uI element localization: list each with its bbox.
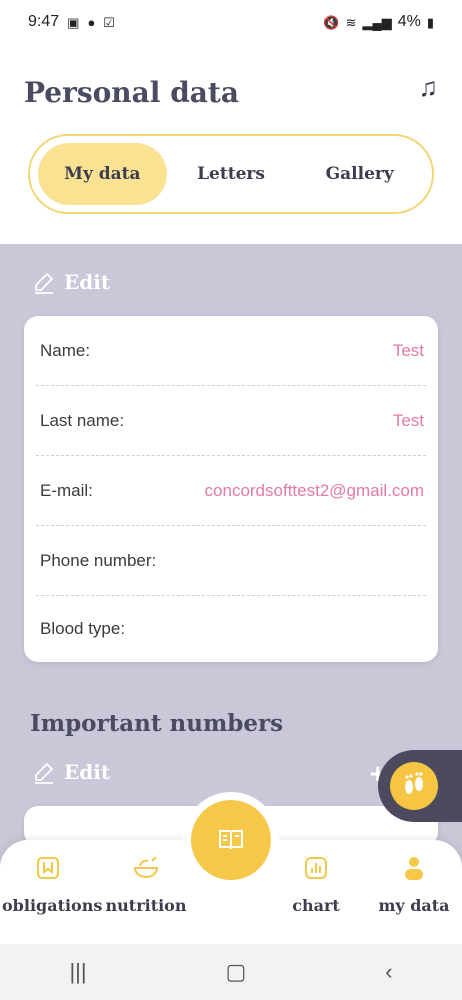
- check-icon: ☑: [103, 14, 115, 30]
- home-icon[interactable]: ▢: [226, 959, 247, 985]
- person-icon: [405, 857, 423, 880]
- pencil-icon: [35, 762, 54, 784]
- tab-switcher: My data Letters Gallery: [28, 134, 434, 214]
- wifi-icon: ≋: [345, 14, 357, 30]
- nav-my-data[interactable]: my data: [368, 854, 460, 915]
- nav-label: chart: [292, 896, 340, 915]
- nav-label: my data: [378, 896, 450, 915]
- nav-obligations[interactable]: obligations: [2, 854, 103, 915]
- mute-icon: 🔇: [323, 14, 340, 30]
- feet-fab[interactable]: [378, 750, 462, 822]
- tab-letters[interactable]: Letters: [167, 143, 296, 205]
- email-row: E-mail: concordsofttest2@gmail.com: [36, 456, 426, 526]
- system-nav-bar: ||| ▢ ‹: [0, 944, 462, 1000]
- personal-data-card: Name: Test Last name: Test E-mail: conco…: [24, 316, 438, 662]
- blood-type-label: Blood type:: [40, 619, 126, 638]
- edit-important-button[interactable]: Edit: [32, 760, 110, 784]
- name-value: Test: [392, 340, 424, 360]
- tab-gallery[interactable]: Gallery: [295, 143, 424, 205]
- time-label: 9:47: [28, 13, 60, 30]
- important-numbers-title: Important numbers: [30, 710, 284, 737]
- bar-chart-icon: [305, 857, 327, 879]
- last-name-row: Last name: Test: [36, 386, 426, 456]
- center-book-button[interactable]: [191, 800, 271, 880]
- music-note-icon[interactable]: ♫: [419, 72, 439, 103]
- bulb-icon: ●: [87, 14, 96, 30]
- blood-type-row: Blood type:: [36, 596, 426, 662]
- edit-label: Edit: [64, 270, 111, 294]
- pencil-icon: [35, 272, 54, 294]
- nav-label: nutrition: [105, 896, 187, 915]
- name-label: Name:: [40, 340, 91, 360]
- last-name-value: Test: [392, 410, 424, 430]
- signal-icon: ▂▄▆: [362, 14, 392, 30]
- battery-icon: ▮: [426, 14, 434, 30]
- back-icon[interactable]: ‹: [385, 959, 392, 985]
- footprints-icon: [390, 762, 438, 810]
- bowl-icon: [133, 856, 159, 878]
- status-bar: 9:47 ▣ ● ☑ 🔇 ≋ ▂▄▆ 4% ▮: [0, 0, 462, 44]
- name-row: Name: Test: [36, 316, 426, 386]
- nav-chart[interactable]: chart: [270, 854, 362, 915]
- battery-label: 4%: [397, 13, 421, 30]
- gallery-icon: ▣: [67, 14, 80, 30]
- recents-icon[interactable]: |||: [69, 959, 86, 985]
- nav-nutrition[interactable]: nutrition: [100, 854, 192, 915]
- edit-personal-button[interactable]: Edit: [32, 270, 110, 294]
- bottom-nav: obligations nutrition chart my data: [0, 800, 462, 944]
- tab-my-data[interactable]: My data: [38, 143, 167, 205]
- edit-label: Edit: [64, 760, 111, 784]
- book-icon: [219, 830, 243, 850]
- page-title: Personal data: [24, 76, 239, 109]
- email-label: E-mail:: [40, 480, 93, 500]
- nav-label: obligations: [2, 896, 103, 915]
- phone-label: Phone number:: [40, 550, 157, 570]
- bookmark-icon: [37, 857, 59, 879]
- phone-row: Phone number:: [36, 526, 426, 596]
- last-name-label: Last name:: [40, 410, 125, 430]
- header: Personal data ♫ My data Letters Gallery: [0, 44, 462, 244]
- email-value: concordsofttest2@gmail.com: [204, 480, 424, 500]
